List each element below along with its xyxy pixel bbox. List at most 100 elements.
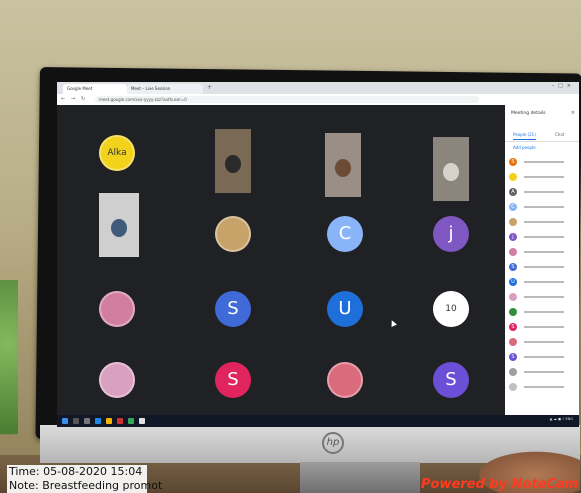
participant-row-avatar [509,383,517,391]
participant-row[interactable]: S [509,322,579,332]
participant-row[interactable]: C [509,202,579,212]
participant-row-name [524,356,564,358]
hp-logo-icon: hp [322,432,344,454]
participant-row-name [524,191,564,193]
notecam-brand: Powered by NoteCam [421,477,579,492]
browser-tab[interactable]: Google Meet [63,84,127,94]
participant-row[interactable] [509,307,579,317]
participant-row-name [524,236,564,238]
participant-row-name [524,341,564,343]
participant-row[interactable]: U [509,277,579,287]
notecam-stamp: Time: 05-08-2020 15:04 Note: Breastfeedi… [7,465,162,493]
system-tray[interactable]: ▲ ☁ ◼ ♪ ENG [550,417,573,421]
participant-row[interactable] [509,172,579,182]
participant-avatar: U [327,291,363,327]
tab-people[interactable]: People (21) [513,132,536,140]
participant-row[interactable] [509,247,579,257]
participant-row-name [524,161,564,163]
participant-row-name [524,386,564,388]
participant-row-avatar: A [509,188,517,196]
participant-row-name [524,326,564,328]
participant-photo: Alka [99,135,135,171]
participant-video [99,193,139,257]
participant-row[interactable]: S [509,157,579,167]
participant-row[interactable] [509,217,579,227]
participant-row-name [524,251,564,253]
participant-video [325,133,361,197]
monitor-screen: Google Meet Meet – Live Session + –□× ← … [57,82,579,427]
participant-face [443,163,459,181]
participant-row-name [524,176,564,178]
participant-row[interactable] [509,367,579,377]
participant-row-avatar: C [509,203,517,211]
participant-face [335,159,351,177]
back-icon[interactable]: ← [61,96,65,102]
participant-row-avatar [509,368,517,376]
meeting-details-panel: Meeting details × People (21) Chat Add p… [505,105,579,415]
participant-row[interactable] [509,382,579,392]
browser-tab-active[interactable]: Meet – Live Session [127,84,203,94]
windows-taskbar: ▲ ☁ ◼ ♪ ENG [57,415,579,427]
participant-row[interactable]: j [509,232,579,242]
participant-row-avatar [509,338,517,346]
participant-photo [215,216,251,252]
participant-video [433,137,469,201]
app-icon[interactable] [117,418,123,424]
participant-row-avatar [509,293,517,301]
participant-row-name [524,266,564,268]
participant-row-avatar [509,173,517,181]
participant-photo [327,362,363,398]
forward-icon[interactable]: → [71,96,75,102]
tab-title: Meet – Live Session [131,86,171,91]
participant-avatar: C [327,216,363,252]
edge-icon[interactable] [95,418,101,424]
participant-row-avatar [509,308,517,316]
tab-chat[interactable]: Chat [555,132,564,137]
participant-row-avatar [509,218,517,226]
participant-avatar: S [215,362,251,398]
app-icon[interactable] [139,418,145,424]
participant-avatar: S [433,362,469,398]
participant-row[interactable] [509,337,579,347]
search-icon[interactable] [73,418,79,424]
participant-row-name [524,311,564,313]
window-controls[interactable]: –□× [552,83,575,89]
timestamp-text: Time: 05-08-2020 15:04 [9,465,143,478]
participant-photo [99,362,135,398]
participant-photo: 10 [433,291,469,327]
participant-avatar: j [433,216,469,252]
chrome-icon[interactable] [128,418,134,424]
participant-face [111,219,127,237]
reload-icon[interactable]: ↻ [81,96,85,102]
participant-row-avatar: j [509,233,517,241]
participant-row-avatar: S [509,158,517,166]
meeting-grid: Alka Cj S U 10 S S [57,105,505,415]
panel-title: Meeting details [511,111,546,116]
participant-face [225,155,241,173]
participant-row-name [524,296,564,298]
participant-row-avatar [509,248,517,256]
participant-row[interactable]: S [509,352,579,362]
close-icon[interactable]: × [571,110,575,116]
participant-row-name [524,371,564,373]
new-tab-icon[interactable]: + [207,84,212,91]
browser-tabbar: Google Meet Meet – Live Session + –□× [57,82,579,94]
participant-photo [99,291,135,327]
participant-row[interactable]: A [509,187,579,197]
participant-avatar: S [215,291,251,327]
add-people-button[interactable]: Add people [513,145,536,150]
note-text: Note: Breastfeeding promot [9,479,163,492]
start-icon[interactable] [62,418,68,424]
participant-video [215,129,251,193]
panel-tabs: People (21) Chat [505,131,579,142]
monitor-stand [300,462,420,493]
participant-row-avatar: S [509,353,517,361]
tab-title: Google Meet [67,86,93,91]
participant-row[interactable]: S [509,262,579,272]
url-field[interactable]: meet.google.com/xxx-yyyy-zzz?authuser=0 [95,96,479,103]
participant-row-name [524,221,564,223]
participant-row[interactable] [509,292,579,302]
task-view-icon[interactable] [84,418,90,424]
participant-row-avatar: U [509,278,517,286]
folder-icon[interactable] [106,418,112,424]
